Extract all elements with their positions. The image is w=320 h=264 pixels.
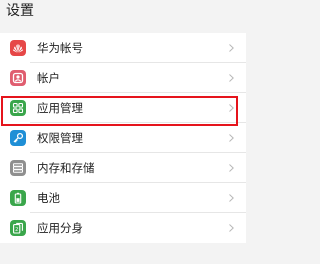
settings-item-app-twin[interactable]: 2 应用分身 bbox=[0, 213, 246, 243]
chevron-right-icon bbox=[229, 224, 234, 232]
person-icon bbox=[10, 70, 26, 86]
settings-item-label: 应用分身 bbox=[37, 221, 83, 235]
settings-item-memory-storage[interactable]: 内存和存储 bbox=[0, 153, 246, 183]
page-title: 设置 bbox=[6, 3, 34, 19]
settings-item-accounts[interactable]: 帐户 bbox=[0, 63, 246, 93]
chevron-right-icon bbox=[229, 74, 234, 82]
settings-list: 华为帐号 帐户 应用管理 权限管理 内存和存储 电池 2 应用分身 bbox=[0, 33, 246, 243]
settings-item-permission-management[interactable]: 权限管理 bbox=[0, 123, 246, 153]
settings-item-huawei-account[interactable]: 华为帐号 bbox=[0, 33, 246, 63]
app-grid-icon bbox=[10, 100, 26, 116]
settings-item-label: 应用管理 bbox=[37, 101, 83, 115]
chevron-right-icon bbox=[229, 134, 234, 142]
settings-item-battery[interactable]: 电池 bbox=[0, 183, 246, 213]
key-icon bbox=[10, 130, 26, 146]
chevron-right-icon bbox=[229, 44, 234, 52]
chevron-right-icon bbox=[229, 164, 234, 172]
settings-item-label: 华为帐号 bbox=[37, 41, 83, 55]
settings-item-app-management[interactable]: 应用管理 bbox=[0, 93, 246, 123]
settings-item-label: 内存和存储 bbox=[37, 161, 95, 175]
settings-item-label: 帐户 bbox=[37, 71, 60, 85]
settings-item-label: 权限管理 bbox=[37, 131, 83, 145]
app-twin-icon: 2 bbox=[10, 220, 26, 236]
svg-text:2: 2 bbox=[15, 227, 18, 233]
chevron-right-icon bbox=[229, 194, 234, 202]
settings-screen: 设置 华为帐号 帐户 应用管理 权限管理 内存和存储 电池 2 应用分身 bbox=[0, 0, 246, 264]
chevron-right-icon bbox=[229, 104, 234, 112]
settings-item-label: 电池 bbox=[37, 191, 60, 205]
storage-icon bbox=[10, 160, 26, 176]
huawei-logo-icon bbox=[10, 40, 26, 56]
battery-icon bbox=[10, 190, 26, 206]
header: 设置 bbox=[0, 0, 246, 26]
